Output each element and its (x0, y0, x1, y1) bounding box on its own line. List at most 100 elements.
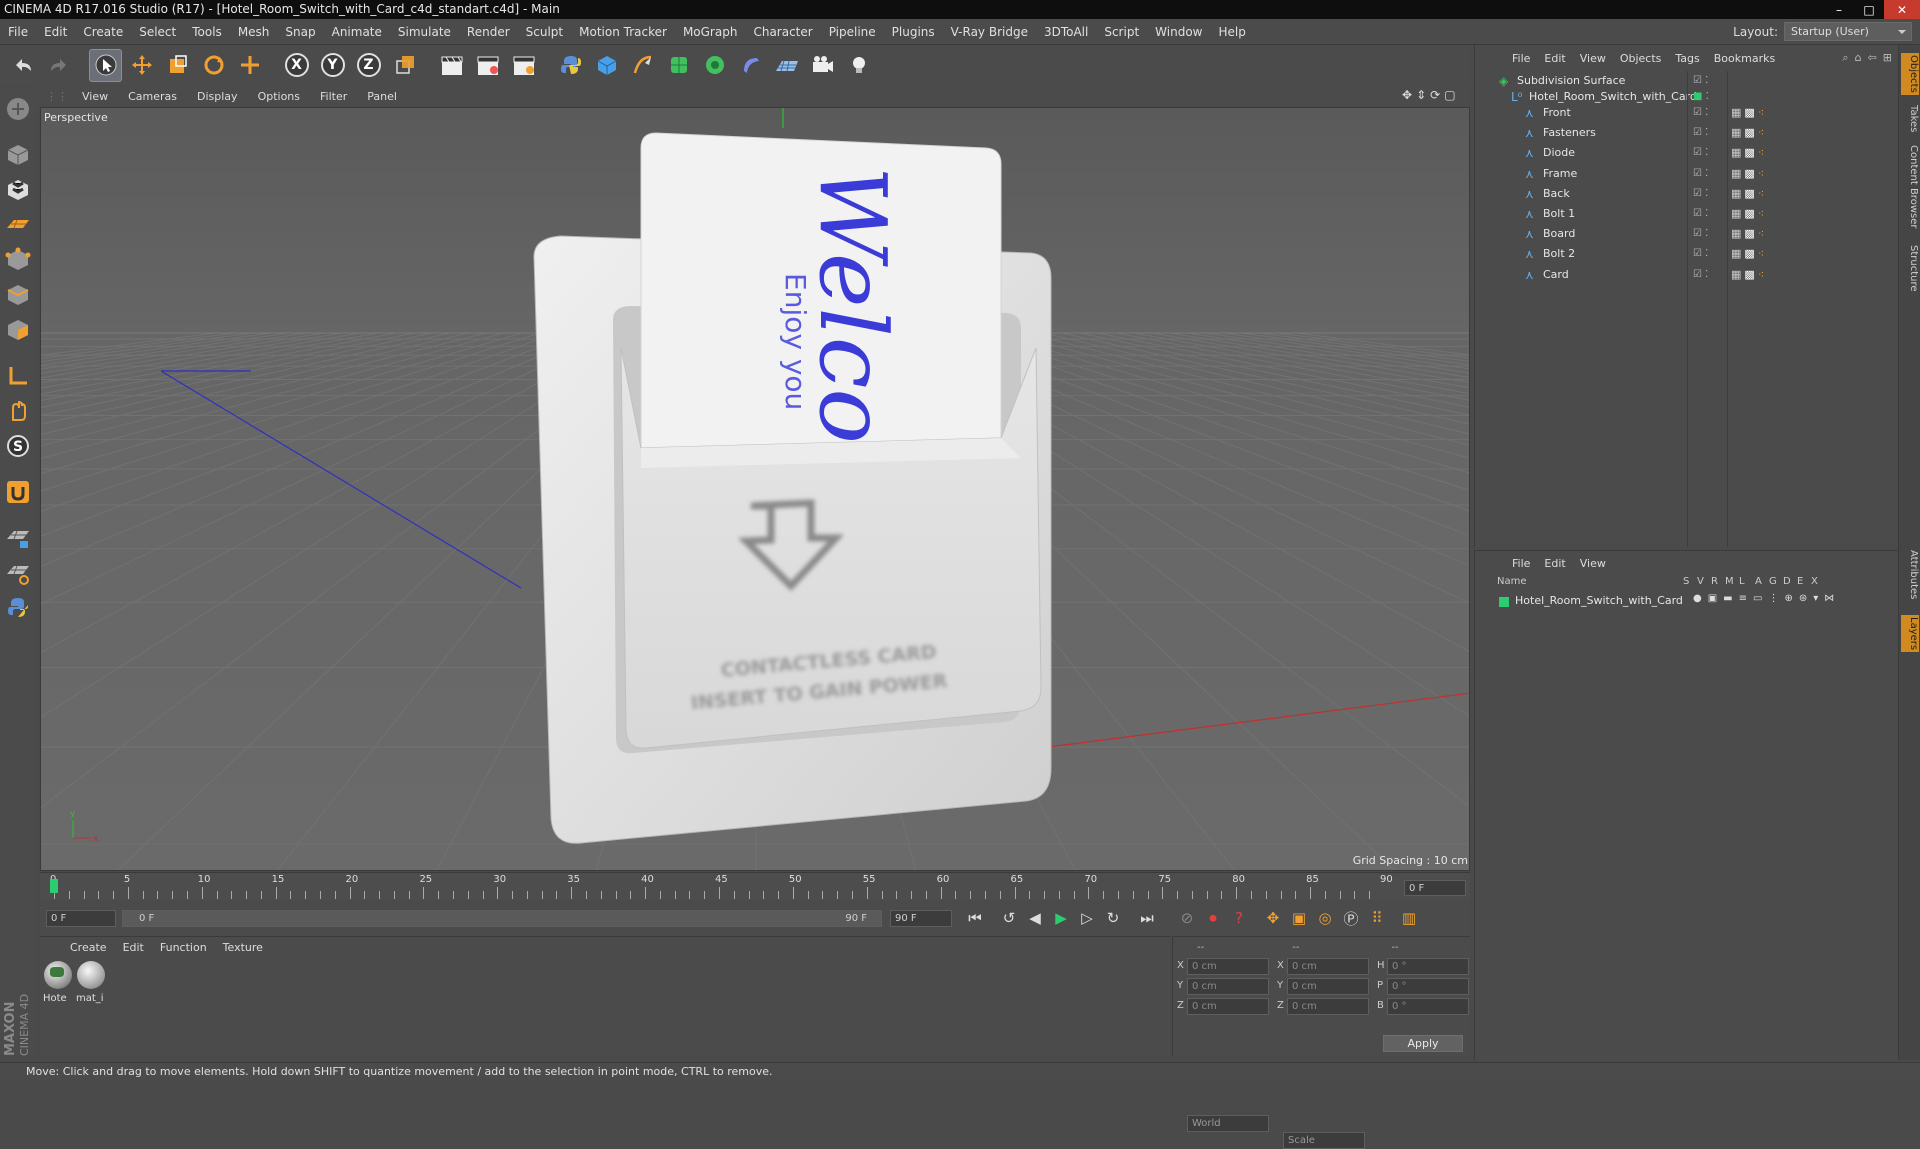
floor-button[interactable] (770, 49, 803, 82)
coord-rotation-field[interactable]: 0 ° (1387, 998, 1469, 1015)
object-tags-icon[interactable]: ▦▩⁖ (1731, 164, 1767, 184)
pen-spline-button[interactable] (626, 49, 659, 82)
points-mode-button[interactable] (2, 244, 34, 276)
coord-position-field[interactable]: 0 cm (1187, 998, 1269, 1015)
menu-select[interactable]: Select (131, 25, 184, 39)
coord-apply-button[interactable]: Apply (1383, 1035, 1463, 1052)
menu-plugins[interactable]: Plugins (884, 25, 943, 39)
material-menu-texture[interactable]: Texture (215, 941, 271, 954)
cloner-button[interactable] (698, 49, 731, 82)
layer-menu-edit[interactable]: Edit (1537, 557, 1572, 570)
python-script-button[interactable] (2, 592, 34, 624)
layer-column-header[interactable]: G (1769, 576, 1777, 587)
maximize-view-icon[interactable]: ▢ (1444, 88, 1455, 102)
search-icon[interactable]: ⌕ (1842, 51, 1848, 65)
snapping-button[interactable]: S (2, 430, 34, 462)
render-view-button[interactable] (435, 49, 468, 82)
tab-structure[interactable]: Structure (1901, 245, 1919, 292)
layer-menu-view[interactable]: View (1573, 557, 1613, 570)
record-button[interactable]: ⏺ (1200, 905, 1226, 931)
texture-mode-button[interactable] (2, 174, 34, 206)
object-menu-objects[interactable]: Objects (1613, 52, 1669, 65)
layer-column-header[interactable]: Name (1497, 576, 1527, 587)
tab-takes[interactable]: Takes (1901, 105, 1919, 132)
coord-scale-dropdown[interactable]: Scale (1283, 1132, 1365, 1149)
key-rotation-button[interactable]: ◎ (1312, 905, 1338, 931)
object-visibility-icon[interactable]: ☑ ⁚ (1693, 244, 1708, 264)
object-visibility-icon[interactable]: ☑ ⁚ (1693, 265, 1708, 285)
playhead-marker[interactable] (50, 879, 58, 893)
locked-workplane-button[interactable] (2, 522, 34, 554)
key-scale-button[interactable]: ▣ (1286, 905, 1312, 931)
object-visibility-icon[interactable]: ☑ ⁚ (1693, 224, 1708, 244)
coord-position-field[interactable]: 0 cm (1187, 958, 1269, 975)
material-menu-function[interactable]: Function (152, 941, 215, 954)
object-visibility-icon[interactable]: ☑ ⁚ (1693, 164, 1708, 184)
end-frame-field[interactable]: 90 F (890, 909, 952, 927)
object-menu-edit[interactable]: Edit (1537, 52, 1572, 65)
object-tags-icon[interactable]: ▦▩⁖ (1731, 204, 1767, 224)
zoom-view-icon[interactable]: ⇕ (1416, 88, 1426, 102)
menu-snap[interactable]: Snap (277, 25, 323, 39)
workplane-button[interactable] (2, 209, 34, 241)
key-param-button[interactable]: Ⓟ (1338, 905, 1364, 931)
goto-start-button[interactable]: ⏮ (962, 905, 988, 931)
object-tags-icon[interactable]: ▦▩⁖ (1731, 265, 1767, 285)
object-tags-icon[interactable]: ▦▩⁖ (1731, 224, 1767, 244)
material-menu-create[interactable]: Create (62, 941, 115, 954)
light-button[interactable] (842, 49, 875, 82)
key-position-button[interactable]: ✥ (1260, 905, 1286, 931)
prev-key-button[interactable]: ↺ (996, 905, 1022, 931)
model-mode-button[interactable] (2, 139, 34, 171)
layer-column-header[interactable]: M (1725, 576, 1734, 587)
viewport-menu-cameras[interactable]: Cameras (118, 90, 187, 103)
material-item[interactable]: Hote (43, 959, 73, 1007)
coord-position-field[interactable]: 0 cm (1187, 978, 1269, 995)
menu-sculpt[interactable]: Sculpt (518, 25, 571, 39)
menu-motion-tracker[interactable]: Motion Tracker (571, 25, 675, 39)
pan-view-icon[interactable]: ✥ (1402, 88, 1412, 102)
layer-column-header[interactable]: V (1697, 576, 1704, 587)
menu-pipeline[interactable]: Pipeline (821, 25, 884, 39)
coord-size-field[interactable]: 0 cm (1287, 998, 1369, 1015)
layer-column-header[interactable]: A (1755, 576, 1762, 587)
menu-file[interactable]: File (0, 25, 36, 39)
layer-menu-file[interactable]: File (1505, 557, 1537, 570)
material-menu-edit[interactable]: Edit (115, 941, 152, 954)
next-key-button[interactable]: ↻ (1100, 905, 1126, 931)
3d-viewport[interactable]: Welco Enjoy you CONTACTLESS CARD INSERT … (40, 107, 1470, 871)
coord-rotation-field[interactable]: 0 ° (1387, 958, 1469, 975)
home-icon[interactable]: ⌂ (1855, 51, 1862, 65)
object-visibility-icon[interactable]: ☑ ⁚ (1693, 123, 1708, 143)
start-frame-field[interactable]: 0 F (46, 909, 116, 927)
tab-layers[interactable]: Layers (1901, 615, 1919, 653)
y-axis-button[interactable]: Y (316, 49, 349, 82)
viewport-menu-options[interactable]: Options (248, 90, 310, 103)
coord-size-field[interactable]: 0 cm (1287, 958, 1369, 975)
deformer-button[interactable] (734, 49, 767, 82)
polygons-mode-button[interactable] (2, 314, 34, 346)
object-visibility-icon[interactable]: ☑ ⁚ (1693, 184, 1708, 204)
make-editable-button[interactable] (2, 93, 34, 125)
menu-simulate[interactable]: Simulate (390, 25, 459, 39)
x-axis-button[interactable]: X (280, 49, 313, 82)
menu-mograph[interactable]: MoGraph (675, 25, 746, 39)
object-tags-icon[interactable]: ▦▩⁖ (1731, 244, 1767, 264)
autokey-button[interactable]: ? (1226, 905, 1252, 931)
object-menu-view[interactable]: View (1573, 52, 1613, 65)
timeline-window-button[interactable]: ▥ (1396, 905, 1422, 931)
menu-animate[interactable]: Animate (324, 25, 390, 39)
layout-dropdown[interactable]: Startup (User) (1784, 22, 1912, 41)
object-menu-tags[interactable]: Tags (1668, 52, 1706, 65)
viewport-menu-display[interactable]: Display (187, 90, 248, 103)
motion-record-button[interactable]: ⊘ (1174, 905, 1200, 931)
magnet-button[interactable] (2, 476, 34, 508)
layer-column-header[interactable]: E (1797, 576, 1803, 587)
layer-row[interactable]: Hotel_Room_Switch_with_Card ●▣▬≡▭⋮⊕⊛▾⋈ (1475, 593, 1899, 609)
object-menu-file[interactable]: File (1505, 52, 1537, 65)
play-button[interactable]: ▶ (1048, 905, 1074, 931)
menu-3dtoall[interactable]: 3DToAll (1036, 25, 1096, 39)
z-axis-button[interactable]: Z (352, 49, 385, 82)
layer-column-header[interactable]: R (1711, 576, 1718, 587)
next-frame-button[interactable]: ▷ (1074, 905, 1100, 931)
